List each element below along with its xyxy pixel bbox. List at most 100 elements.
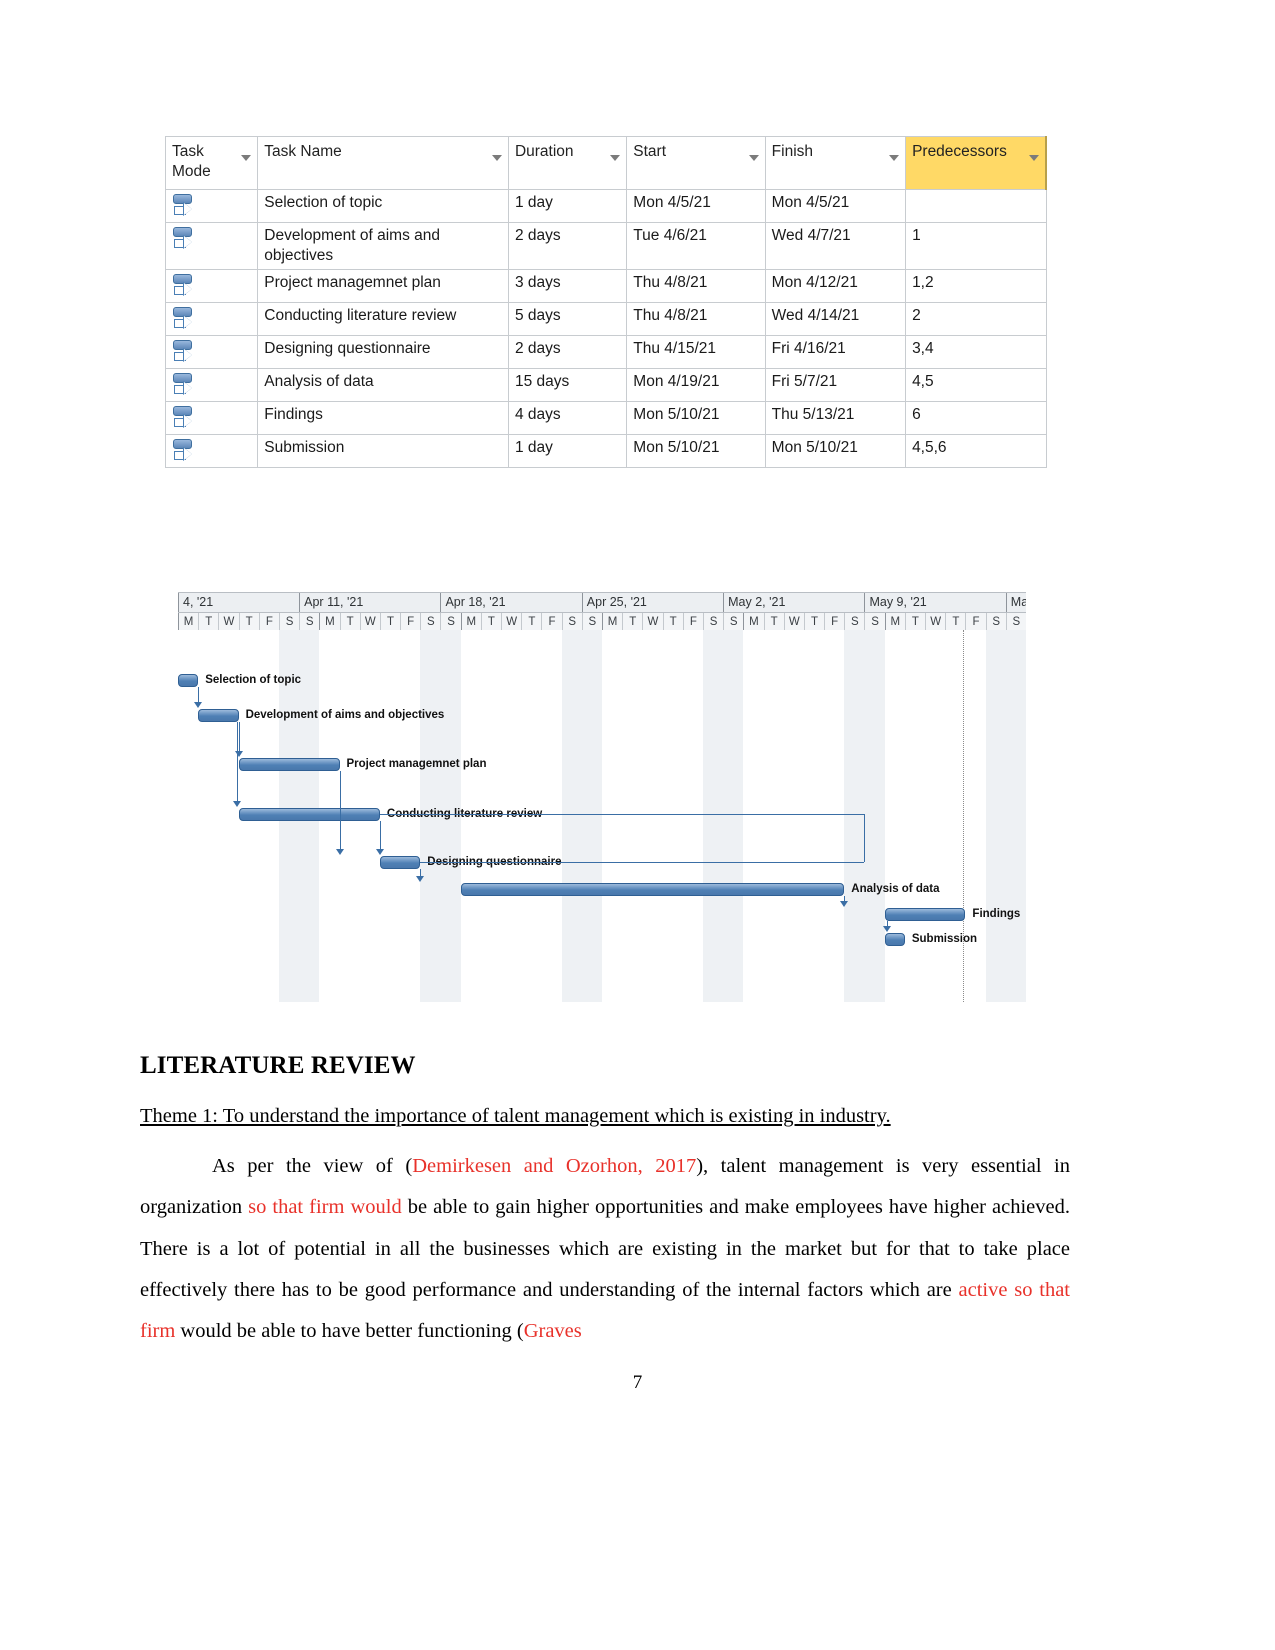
- table-row[interactable]: Findings 4 days Mon 5/10/21 Thu 5/13/21 6: [164, 400, 1047, 435]
- dependency-link: [198, 687, 200, 703]
- cell-task-mode[interactable]: [164, 400, 259, 435]
- gantt-bar[interactable]: [884, 908, 966, 921]
- column-header-label: Predecessors: [912, 143, 1007, 160]
- cell-duration[interactable]: 4 days: [507, 400, 628, 435]
- cell-finish[interactable]: Thu 5/13/21: [764, 400, 907, 435]
- cell-task-name[interactable]: Findings: [257, 400, 509, 435]
- cell-finish[interactable]: Mon 4/5/21: [764, 189, 907, 223]
- cell-predecessors[interactable]: [905, 189, 1047, 223]
- cell-finish[interactable]: Mon 4/12/21: [764, 268, 907, 303]
- dependency-arrow-icon: [194, 702, 203, 708]
- gantt-bar-label: Project managemnet plan: [346, 758, 487, 770]
- table-row[interactable]: Submission 1 day Mon 5/10/21 Mon 5/10/21 4,5…: [164, 433, 1047, 468]
- cell-finish[interactable]: Fri 4/16/21: [764, 334, 907, 369]
- table-row[interactable]: Conducting literature review 5 days Thu 4/…: [164, 301, 1047, 336]
- chevron-down-icon[interactable]: [1029, 155, 1039, 161]
- cell-start[interactable]: Mon 5/10/21: [626, 400, 766, 435]
- chevron-down-icon[interactable]: [491, 155, 502, 161]
- cell-duration[interactable]: 3 days: [507, 268, 628, 303]
- timeline-day-label: T: [622, 613, 642, 631]
- timeline-day-label: T: [904, 613, 925, 631]
- cell-duration[interactable]: 15 days: [507, 367, 628, 402]
- paragraph-text: As per the view of (: [212, 1154, 413, 1177]
- cell-duration[interactable]: 2 days: [507, 222, 628, 270]
- chevron-down-icon[interactable]: [889, 155, 900, 161]
- gantt-bar[interactable]: [238, 808, 380, 821]
- timeline-week-label: Apr 18, '21: [440, 593, 581, 612]
- chevron-down-icon[interactable]: [241, 155, 252, 161]
- cell-finish[interactable]: Wed 4/7/21: [764, 222, 907, 270]
- cell-finish[interactable]: Fri 5/7/21: [764, 367, 907, 402]
- cell-finish[interactable]: Mon 5/10/21: [764, 433, 907, 468]
- cell-task-name[interactable]: Designing questionnaire: [257, 334, 509, 369]
- column-header-duration[interactable]: Duration: [507, 136, 628, 190]
- timeline-day-label: S: [440, 613, 460, 631]
- cell-start[interactable]: Thu 4/8/21: [626, 268, 766, 303]
- timeline-day-label: S: [844, 613, 864, 631]
- cell-duration[interactable]: 1 day: [507, 433, 628, 468]
- timeline-day-label: S: [985, 613, 1006, 631]
- project-task-table: Task Mode Task Name Duration Start Finis…: [164, 136, 1048, 468]
- manually-scheduled-icon: [172, 273, 198, 299]
- timeline-day-label: S: [1005, 613, 1026, 631]
- column-header-task-mode[interactable]: Task Mode: [164, 136, 259, 190]
- cell-start[interactable]: Mon 5/10/21: [626, 433, 766, 468]
- gantt-bar[interactable]: [198, 709, 239, 722]
- cell-task-mode[interactable]: [164, 189, 259, 223]
- cell-task-name[interactable]: Selection of topic: [257, 189, 509, 223]
- cell-task-mode[interactable]: [164, 367, 259, 402]
- column-header-task-name[interactable]: Task Name: [257, 136, 509, 190]
- cell-task-mode[interactable]: [164, 301, 259, 336]
- cell-task-name[interactable]: Project managemnet plan: [257, 268, 509, 303]
- table-row[interactable]: Project managemnet plan 3 days Thu 4/8/21 M…: [164, 268, 1047, 303]
- gantt-bar[interactable]: [884, 933, 905, 946]
- table-row[interactable]: Analysis of data 15 days Mon 4/19/21 Fri 5/…: [164, 367, 1047, 402]
- gantt-bar[interactable]: [178, 674, 199, 687]
- manually-scheduled-icon: [172, 405, 198, 431]
- cell-duration[interactable]: 5 days: [507, 301, 628, 336]
- cell-duration[interactable]: 2 days: [507, 334, 628, 369]
- cell-predecessors[interactable]: 3,4: [905, 334, 1047, 369]
- cell-predecessors[interactable]: 2: [905, 301, 1047, 336]
- cell-finish[interactable]: Wed 4/14/21: [764, 301, 907, 336]
- column-header-predecessors[interactable]: Predecessors: [905, 136, 1048, 190]
- cell-task-name[interactable]: Conducting literature review: [257, 301, 509, 336]
- cell-start[interactable]: Mon 4/5/21: [626, 189, 766, 223]
- table-row[interactable]: Designing questionnaire 2 days Thu 4/15/21…: [164, 334, 1047, 369]
- timeline-day-label: F: [400, 613, 420, 631]
- timeline-day-label: W: [783, 613, 804, 631]
- column-header-start[interactable]: Start: [626, 136, 766, 190]
- cell-predecessors[interactable]: 6: [905, 400, 1047, 435]
- gantt-bar[interactable]: [238, 758, 340, 771]
- cell-start[interactable]: Mon 4/19/21: [626, 367, 766, 402]
- cell-predecessors[interactable]: 1: [905, 222, 1047, 270]
- cell-task-mode[interactable]: [164, 334, 259, 369]
- timeline-day-label: T: [662, 613, 683, 631]
- timeline-day-label: S: [723, 613, 743, 631]
- cell-task-name[interactable]: Analysis of data: [257, 367, 509, 402]
- gantt-bar[interactable]: [379, 856, 421, 869]
- cell-task-mode[interactable]: [164, 268, 259, 303]
- gantt-bar[interactable]: [460, 883, 845, 896]
- cell-start[interactable]: Thu 4/15/21: [626, 334, 766, 369]
- cell-start[interactable]: Thu 4/8/21: [626, 301, 766, 336]
- chevron-down-icon[interactable]: [610, 155, 621, 161]
- column-header-finish[interactable]: Finish: [764, 136, 907, 190]
- timeline-day-label: S: [278, 613, 299, 631]
- column-header-label: Finish: [771, 143, 814, 160]
- cell-start[interactable]: Tue 4/6/21: [626, 222, 766, 270]
- dependency-link: [236, 722, 238, 802]
- cell-task-mode[interactable]: [164, 433, 259, 468]
- timeline-day-label: T: [480, 613, 501, 631]
- cell-predecessors[interactable]: 4,5: [905, 367, 1047, 402]
- cell-task-name[interactable]: Submission: [257, 433, 509, 468]
- column-header-label: Task Name: [264, 143, 342, 160]
- table-row[interactable]: Selection of topic 1 day Mon 4/5/21 Mon 4/5…: [164, 189, 1047, 223]
- table-row[interactable]: Development of aims and objectives 2 days…: [164, 222, 1047, 270]
- cell-task-mode[interactable]: [164, 222, 259, 270]
- chevron-down-icon[interactable]: [748, 155, 759, 161]
- cell-predecessors[interactable]: 4,5,6: [905, 433, 1047, 468]
- cell-predecessors[interactable]: 1,2: [905, 268, 1047, 303]
- cell-task-name[interactable]: Development of aims and objectives: [257, 222, 509, 270]
- cell-duration[interactable]: 1 day: [507, 189, 628, 223]
